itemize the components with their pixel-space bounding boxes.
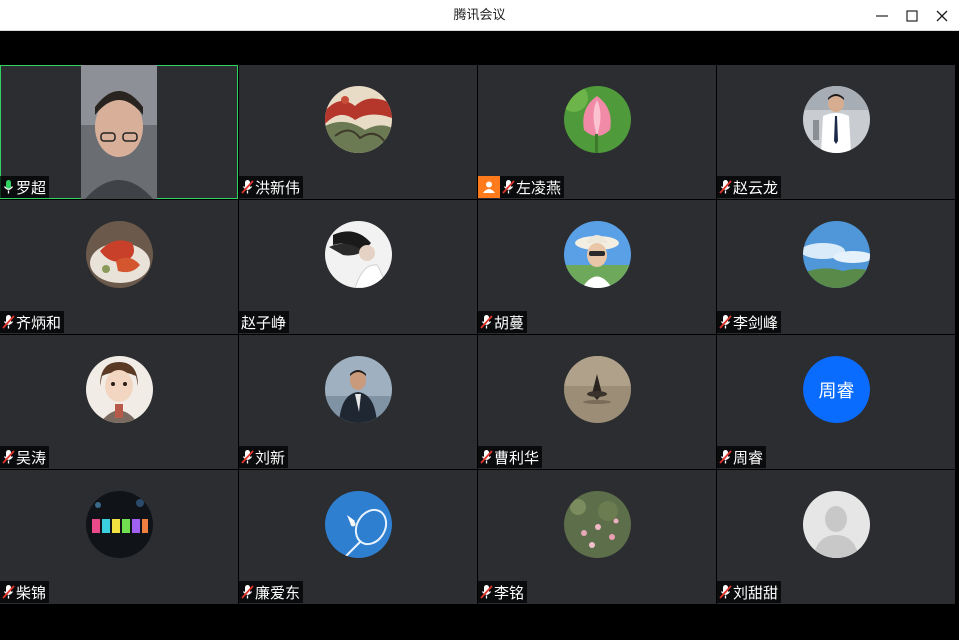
participant-tile[interactable]: 刘新 (239, 335, 477, 469)
microphone-muted-icon (241, 450, 254, 464)
avatar (86, 356, 153, 423)
participant-tile[interactable]: 廉爱东 (239, 470, 477, 604)
microphone-muted-icon (2, 585, 15, 599)
participant-video (81, 65, 157, 199)
maximize-button[interactable] (896, 0, 928, 31)
participant-name: 李剑峰 (733, 313, 779, 332)
participant-nametag: 罗超 (0, 176, 50, 198)
avatar (564, 491, 631, 558)
avatar (86, 221, 153, 288)
participant-tile[interactable]: 曹利华 (478, 335, 716, 469)
host-badge (478, 176, 500, 198)
avatar (803, 221, 870, 288)
participant-name: 周睿 (733, 448, 764, 467)
participant-nametag: 洪新伟 (239, 176, 304, 198)
avatar (803, 86, 870, 153)
participant-tile[interactable]: 李剑峰 (717, 200, 955, 334)
participant-nametag: 左凌燕 (478, 176, 565, 198)
participant-nametag: 齐炳和 (0, 311, 65, 333)
close-button[interactable] (926, 0, 958, 31)
close-icon (936, 10, 948, 21)
microphone-muted-icon (2, 315, 15, 329)
participant-name: 刘甜甜 (733, 583, 779, 602)
participant-tile[interactable]: 左凌燕 (478, 65, 716, 199)
participant-name: 左凌燕 (516, 178, 562, 197)
avatar (564, 356, 631, 423)
participant-tile[interactable]: 刘甜甜 (717, 470, 955, 604)
participant-nametag: 曹利华 (478, 446, 543, 468)
avatar (325, 221, 392, 288)
microphone-muted-icon (480, 585, 493, 599)
microphone-muted-icon (241, 585, 254, 599)
participant-nametag: 李铭 (478, 581, 528, 603)
participant-tile[interactable]: 齐炳和 (0, 200, 238, 334)
participant-tile[interactable]: 柴锦 (0, 470, 238, 604)
participant-tile[interactable]: 洪新伟 (239, 65, 477, 199)
microphone-muted-icon (480, 450, 493, 464)
participant-nametag: 周睿 (717, 446, 767, 468)
participant-nametag: 廉爱东 (239, 581, 304, 603)
participant-name: 曹利华 (494, 448, 540, 467)
top-black-band (0, 31, 959, 65)
participant-name: 赵子峥 (241, 313, 287, 332)
default-person-icon (803, 491, 870, 558)
microphone-muted-icon (241, 180, 254, 194)
participant-name: 廉爱东 (255, 583, 301, 602)
avatar: 周睿 (803, 356, 870, 423)
microphone-muted-icon (719, 180, 732, 194)
microphone-muted-icon (2, 450, 15, 464)
avatar-initials: 周睿 (803, 356, 870, 423)
microphone-muted-icon (480, 315, 493, 329)
microphone-muted-icon (719, 315, 732, 329)
participant-name: 齐炳和 (16, 313, 62, 332)
participant-tile[interactable]: 李铭 (478, 470, 716, 604)
participant-tile[interactable]: 吴涛 (0, 335, 238, 469)
microphone-muted-icon (719, 450, 732, 464)
avatar (803, 491, 870, 558)
participant-name: 胡蔓 (494, 313, 525, 332)
participant-name: 李铭 (494, 583, 525, 602)
participant-nametag: 赵云龙 (717, 176, 782, 198)
participant-nametag: 柴锦 (0, 581, 50, 603)
participant-nametag: 吴涛 (0, 446, 50, 468)
minimize-icon (876, 14, 888, 17)
participant-tile[interactable]: 罗超 (0, 65, 238, 199)
microphone-muted-icon (502, 180, 515, 194)
avatar (325, 86, 392, 153)
participant-grid: 罗超 洪新伟 左凌燕 赵云龙 齐炳和 赵子峥 胡蔓 李剑峰 吴涛 刘新 曹利华 … (0, 65, 957, 605)
participant-name: 洪新伟 (255, 178, 301, 197)
participant-name: 吴涛 (16, 448, 47, 467)
participant-nametag: 李剑峰 (717, 311, 782, 333)
participant-tile[interactable]: 胡蔓 (478, 200, 716, 334)
avatar (564, 86, 631, 153)
participant-nametag: 赵子峥 (239, 311, 290, 333)
maximize-icon (906, 9, 918, 22)
avatar (325, 356, 392, 423)
title-bar: 腾讯会议 (0, 0, 959, 31)
participant-name: 柴锦 (16, 583, 47, 602)
participant-tile[interactable]: 赵子峥 (239, 200, 477, 334)
participant-nametag: 刘新 (239, 446, 289, 468)
person-icon (483, 181, 495, 193)
bottom-black-band (0, 605, 959, 640)
microphone-active-icon (3, 180, 14, 194)
participant-nametag: 刘甜甜 (717, 581, 782, 603)
minimize-button[interactable] (866, 0, 898, 31)
participant-name: 刘新 (255, 448, 286, 467)
avatar (564, 221, 631, 288)
avatar (325, 491, 392, 558)
avatar (86, 491, 153, 558)
participant-name: 罗超 (16, 178, 47, 197)
participant-nametag: 胡蔓 (478, 311, 528, 333)
window-title: 腾讯会议 (453, 8, 506, 23)
microphone-muted-icon (719, 585, 732, 599)
participant-name: 赵云龙 (733, 178, 779, 197)
participant-tile[interactable]: 赵云龙 (717, 65, 955, 199)
participant-tile[interactable]: 周睿 周睿 (717, 335, 955, 469)
